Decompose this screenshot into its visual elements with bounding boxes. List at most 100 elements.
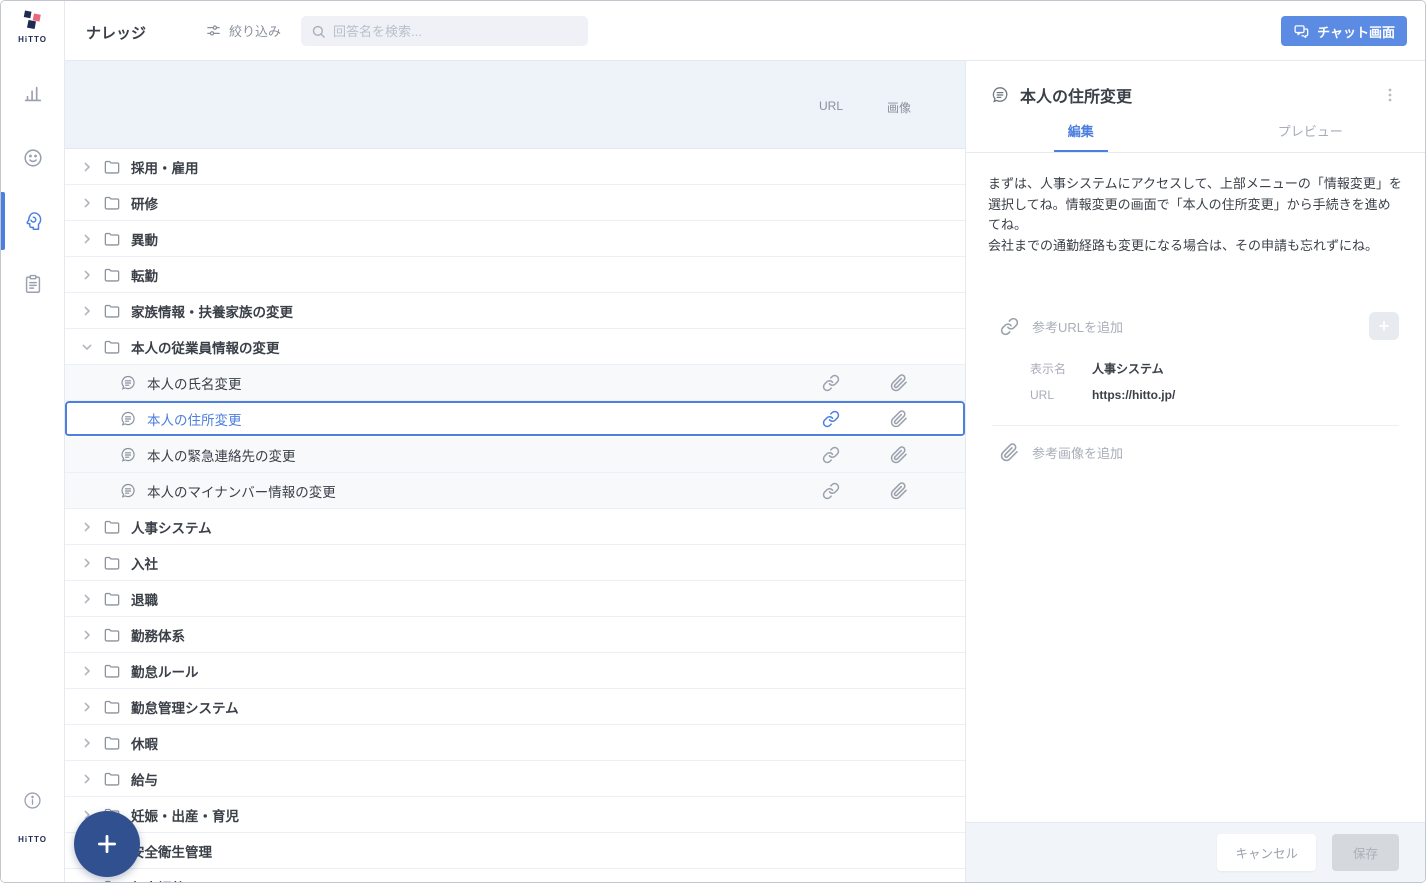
- tree-row-folder[interactable]: 勤怠管理システム: [65, 689, 965, 725]
- chevron-right-icon[interactable]: [81, 773, 93, 785]
- cancel-button[interactable]: キャンセル: [1217, 834, 1316, 871]
- url-value[interactable]: https://hitto.jp/: [1092, 388, 1175, 402]
- chevron-right-icon[interactable]: [81, 233, 93, 245]
- row-label: 給与: [131, 769, 158, 789]
- sidebar-item-knowledge[interactable]: [1, 199, 64, 243]
- sidebar-item-logs[interactable]: [1, 262, 64, 306]
- tree-row-answer[interactable]: 本人の住所変更: [65, 401, 965, 437]
- tab-edit[interactable]: 編集: [966, 121, 1196, 152]
- chevron-right-icon[interactable]: [81, 161, 93, 173]
- reference-url-label: 参考URLを追加: [1032, 317, 1123, 336]
- hitto-logo-icon: [20, 9, 46, 33]
- detail-panel: 本人の住所変更 編集 プレビュー まずは、人事システムにアクセスして、上部メニュ…: [965, 61, 1425, 882]
- link-icon[interactable]: [822, 410, 840, 428]
- tab-preview[interactable]: プレビュー: [1196, 121, 1426, 152]
- tree-row-folder[interactable]: 研修: [65, 185, 965, 221]
- chevron-right-icon[interactable]: [81, 269, 93, 281]
- link-icon[interactable]: [822, 482, 840, 500]
- row-label: 人事システム: [131, 517, 212, 537]
- active-nav-indicator: [1, 192, 5, 250]
- kebab-menu-button[interactable]: [1379, 83, 1401, 107]
- folder-icon: [103, 734, 121, 752]
- chevron-right-icon[interactable]: [81, 701, 93, 713]
- hitto-logo[interactable]: HiTTO: [1, 9, 64, 44]
- chat-bubbles-icon: [1293, 23, 1310, 40]
- tree-row-folder[interactable]: 家族情報・扶養家族の変更: [65, 293, 965, 329]
- chat-screen-button[interactable]: チャット画面: [1281, 16, 1407, 46]
- plus-icon: [1377, 319, 1391, 333]
- link-icon[interactable]: [822, 374, 840, 392]
- row-label: 本人の住所変更: [147, 409, 242, 429]
- column-header-image: 画像: [879, 99, 919, 116]
- url-label: URL: [1030, 388, 1076, 402]
- search-box[interactable]: [301, 16, 588, 46]
- save-button[interactable]: 保存: [1332, 834, 1399, 871]
- chevron-right-icon[interactable]: [81, 881, 93, 883]
- sidebar-item-info[interactable]: [1, 778, 64, 822]
- paperclip-icon[interactable]: [890, 374, 908, 392]
- tree-row-folder[interactable]: 退職: [65, 581, 965, 617]
- answer-body-text[interactable]: まずは、人事システムにアクセスして、上部メニューの「情報変更」を選択してね。情報…: [966, 153, 1425, 256]
- row-label: 家族情報・扶養家族の変更: [131, 301, 293, 321]
- row-label: 本人のマイナンバー情報の変更: [147, 481, 336, 501]
- tree-row-folder[interactable]: 入社: [65, 545, 965, 581]
- chevron-right-icon[interactable]: [81, 197, 93, 209]
- chevron-right-icon[interactable]: [81, 521, 93, 533]
- filter-label: 絞り込み: [229, 21, 281, 40]
- add-url-button[interactable]: [1369, 312, 1399, 340]
- tree-row-folder[interactable]: 採用・雇用: [65, 149, 965, 185]
- tree-row-folder[interactable]: 給与: [65, 761, 965, 797]
- folder-icon: [103, 518, 121, 536]
- row-label: 勤怠ルール: [131, 661, 199, 681]
- sidebar-item-analytics[interactable]: [1, 72, 64, 116]
- add-button[interactable]: [74, 811, 140, 877]
- link-icon[interactable]: [822, 446, 840, 464]
- chevron-right-icon[interactable]: [81, 629, 93, 641]
- paperclip-icon[interactable]: [890, 446, 908, 464]
- hitto-logo-text: HiTTO: [1, 35, 64, 44]
- tree-row-folder[interactable]: 妊娠・出産・育児: [65, 797, 965, 833]
- search-input[interactable]: [333, 24, 578, 39]
- folder-icon: [103, 590, 121, 608]
- chevron-right-icon[interactable]: [81, 593, 93, 605]
- tree-row-answer[interactable]: 本人のマイナンバー情報の変更: [65, 473, 965, 509]
- chat-screen-label: チャット画面: [1317, 22, 1395, 41]
- tree-row-folder[interactable]: 本人の従業員情報の変更: [65, 329, 965, 365]
- paperclip-icon[interactable]: [890, 410, 908, 428]
- column-header-url: URL: [811, 99, 851, 113]
- folder-icon: [103, 338, 121, 356]
- tree-row-folder[interactable]: 勤務体系: [65, 617, 965, 653]
- info-icon: [22, 790, 43, 811]
- tree-row-folder[interactable]: 異動: [65, 221, 965, 257]
- bar-chart-icon: [22, 83, 44, 105]
- tree-row-folder[interactable]: 勤怠ルール: [65, 653, 965, 689]
- sidebar-item-feedback[interactable]: [1, 136, 64, 180]
- app-window: HiTTO HiTTO: [0, 0, 1426, 883]
- row-label: 安全衛生管理: [131, 841, 212, 861]
- search-icon: [311, 24, 326, 39]
- chevron-right-icon[interactable]: [81, 305, 93, 317]
- row-label: 採用・雇用: [131, 157, 199, 177]
- row-label: 本人の緊急連絡先の変更: [147, 445, 296, 465]
- tree-row-folder[interactable]: 安全衛生管理: [65, 833, 965, 869]
- display-name-value[interactable]: 人事システム: [1092, 360, 1164, 377]
- tree-row-folder[interactable]: 人事システム: [65, 509, 965, 545]
- chevron-right-icon[interactable]: [81, 665, 93, 677]
- row-label: 転勤: [131, 265, 158, 285]
- page-title: ナレッジ: [86, 22, 146, 43]
- row-label: 入社: [131, 553, 158, 573]
- tree-row-answer[interactable]: 本人の緊急連絡先の変更: [65, 437, 965, 473]
- detail-footer: キャンセル 保存: [966, 822, 1425, 882]
- filter-button[interactable]: 絞り込み: [205, 21, 281, 40]
- tree-row-folder[interactable]: 年末調整: [65, 869, 965, 882]
- folder-icon: [103, 698, 121, 716]
- tree-row-folder[interactable]: 転勤: [65, 257, 965, 293]
- chevron-right-icon[interactable]: [81, 737, 93, 749]
- tree-row-folder[interactable]: 休暇: [65, 725, 965, 761]
- tree-row-answer[interactable]: 本人の氏名変更: [65, 365, 965, 401]
- paperclip-icon[interactable]: [890, 482, 908, 500]
- chevron-right-icon[interactable]: [81, 557, 93, 569]
- row-label: 妊娠・出産・育児: [131, 805, 239, 825]
- sliders-icon: [205, 22, 222, 39]
- chevron-down-icon[interactable]: [81, 341, 93, 353]
